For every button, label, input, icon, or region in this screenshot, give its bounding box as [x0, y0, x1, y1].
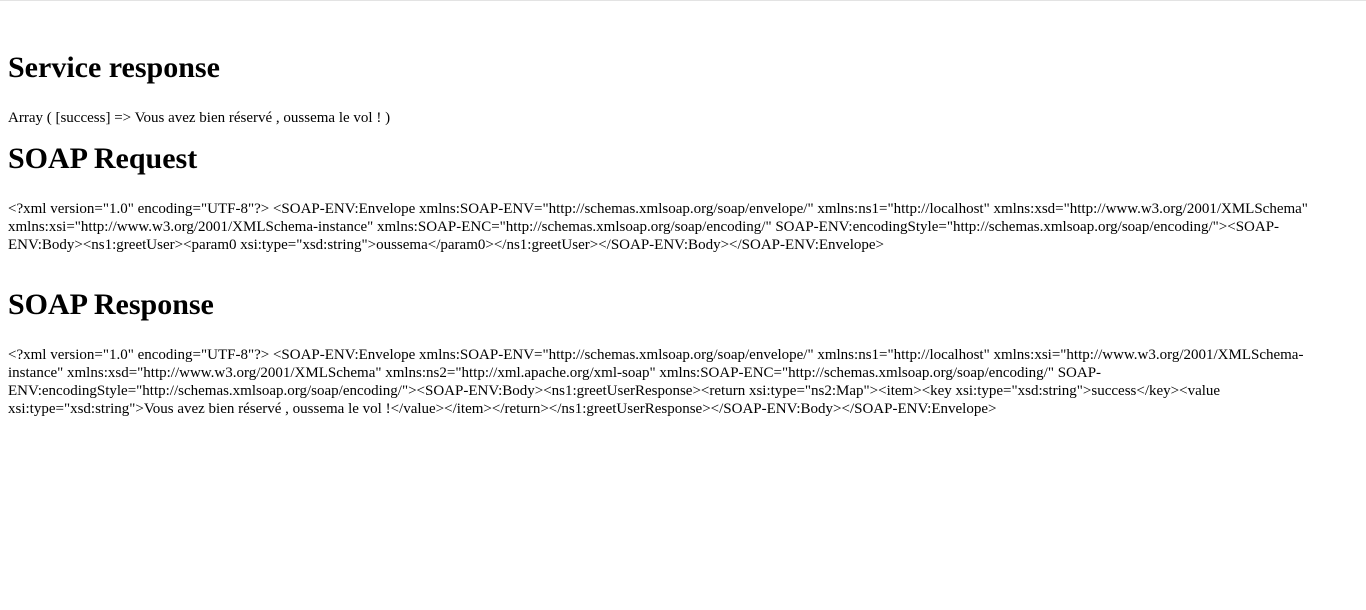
soap-request-heading: SOAP Request [8, 142, 198, 175]
soap-response-heading: SOAP Response [8, 288, 214, 321]
service-response-array: Array ( [success] => Vous avez bien rése… [8, 110, 391, 126]
service-response-heading: Service response [8, 51, 220, 84]
soap-response-xml: <?xml version="1.0" encoding="UTF-8"?> <… [8, 347, 1304, 417]
page-content: Service response Array ( [success] => Vo… [8, 0, 1348, 418]
soap-request-xml: <?xml version="1.0" encoding="UTF-8"?> <… [8, 201, 1308, 253]
